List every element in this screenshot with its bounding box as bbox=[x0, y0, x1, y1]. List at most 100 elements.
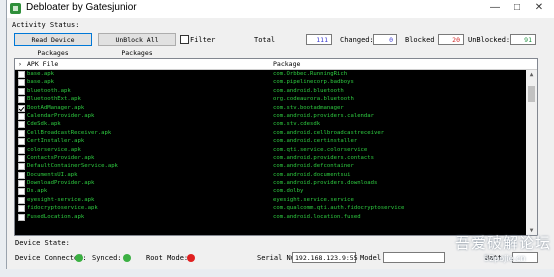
changed-count: 0 bbox=[373, 34, 397, 45]
list-item[interactable]: DownloadProvider.apk com.android.provider… bbox=[15, 179, 525, 188]
scroll-up-icon[interactable]: ▲ bbox=[526, 70, 537, 79]
package-cell: com.qualcomm.qti.auth.fidocryptoservice bbox=[273, 205, 405, 212]
scroll-thumb[interactable] bbox=[528, 86, 535, 102]
package-cell: com.pipelinecorp.badboys bbox=[273, 79, 354, 86]
row-checkbox[interactable] bbox=[18, 79, 25, 87]
row-checkbox[interactable] bbox=[18, 96, 25, 104]
list-item[interactable]: CertInstaller.apk com.android.certinstall… bbox=[15, 137, 525, 146]
list-item[interactable]: CdeSdk.apk com.stv.cdesdk bbox=[15, 120, 525, 129]
apk-file-cell: base.apk bbox=[27, 79, 54, 86]
package-cell: com.dolby bbox=[273, 188, 304, 195]
row-checkbox[interactable] bbox=[18, 138, 25, 146]
apk-file-cell: FusedLocation.apk bbox=[27, 213, 85, 220]
unblock-all-packages-button[interactable]: UnBlock All Packages bbox=[98, 33, 176, 57]
row-checkbox[interactable] bbox=[18, 196, 25, 204]
package-cell: eyesight.service.service bbox=[273, 196, 354, 203]
desktop-background-bottom bbox=[0, 269, 554, 277]
list-header: › APK File Package bbox=[15, 59, 537, 70]
synced-label: Synced: bbox=[92, 254, 122, 262]
close-icon[interactable]: ✕ bbox=[529, 0, 549, 16]
package-cell: com.android.certinstaller bbox=[273, 138, 358, 145]
root-mode-label: Root Mode: bbox=[146, 254, 189, 262]
activity-status-label: Activity Status: bbox=[12, 21, 80, 29]
list-item[interactable]: CalendarProvider.apk com.android.provider… bbox=[15, 112, 525, 120]
total-label: Total bbox=[254, 36, 276, 44]
list-item[interactable]: colorservice.apk com.qti.service.colorser… bbox=[15, 146, 525, 154]
package-cell: com.Orbbec.RunningRich bbox=[273, 71, 348, 77]
list-item[interactable]: eyesight-service.apk eyesight.service.ser… bbox=[15, 196, 525, 204]
package-cell: com.android.bluetooth bbox=[273, 87, 344, 94]
apk-file-cell: ContactsProvider.apk bbox=[27, 154, 95, 161]
row-checkbox[interactable] bbox=[18, 121, 25, 129]
row-checkbox[interactable] bbox=[18, 129, 25, 137]
list-item[interactable]: ContactsProvider.apk com.android.provider… bbox=[15, 154, 525, 162]
apk-file-cell: CertInstaller.apk bbox=[27, 138, 85, 145]
list-item[interactable]: DefaultContainerService.apk com.android.d… bbox=[15, 162, 525, 171]
row-checkbox[interactable] bbox=[18, 163, 25, 171]
list-item[interactable]: base.apk com.Orbbec.RunningRich bbox=[15, 70, 525, 78]
row-checkbox[interactable] bbox=[18, 104, 25, 112]
list-item[interactable]: fidocryptoservice.apk com.qualcomm.qti.au… bbox=[15, 204, 525, 213]
sort-arrow-icon[interactable]: › bbox=[18, 60, 22, 68]
apk-file-cell: DownloadProvider.apk bbox=[27, 180, 95, 187]
package-cell: com.android.providers.contacts bbox=[273, 154, 375, 161]
row-checkbox[interactable] bbox=[18, 205, 25, 213]
watermark-url: 52pojie.cn bbox=[484, 254, 526, 263]
package-cell: org.codeaurora.bluetooth bbox=[273, 96, 354, 103]
apk-file-cell: CalendarProvider.apk bbox=[27, 112, 95, 119]
row-checkbox[interactable] bbox=[18, 180, 25, 188]
package-cell: com.stv.bootadmanager bbox=[273, 104, 344, 111]
package-cell: com.qti.service.colorservice bbox=[273, 146, 368, 153]
list-scrollbar[interactable]: ▲ ▼ bbox=[526, 70, 537, 235]
row-checkbox[interactable] bbox=[18, 87, 25, 95]
row-checkbox[interactable] bbox=[18, 171, 25, 179]
connected-indicator-icon bbox=[75, 254, 83, 262]
maximize-icon[interactable]: □ bbox=[507, 0, 527, 16]
list-item[interactable]: CellBroadcastReceiver.apk com.android.cel… bbox=[15, 129, 525, 137]
package-cell: com.android.providers.calendar bbox=[273, 112, 375, 119]
read-device-packages-button[interactable]: Read Device Packages bbox=[14, 33, 92, 57]
package-rows: base.apk com.Orbbec.RunningRich base.apk co… bbox=[15, 70, 525, 221]
list-item[interactable]: FusedLocation.apk com.android.location.fu… bbox=[15, 213, 525, 221]
row-checkbox[interactable] bbox=[18, 154, 25, 162]
package-cell: com.android.cellbroadcastreceiver bbox=[273, 129, 385, 136]
apk-file-cell: bluetooth.apk bbox=[27, 87, 71, 94]
apk-file-cell: fidocryptoservice.apk bbox=[27, 205, 98, 212]
window-title: Debloater by Gatesjunior bbox=[26, 2, 137, 13]
package-list: › APK File Package base.apk com.Orbbec.Ru… bbox=[14, 58, 538, 236]
row-checkbox[interactable] bbox=[18, 71, 25, 78]
total-count: 111 bbox=[306, 34, 332, 45]
changed-label: Changed: bbox=[340, 36, 374, 44]
app-window: Debloater by Gatesjunior — □ ✕ Activity … bbox=[6, 0, 554, 269]
row-checkbox[interactable] bbox=[18, 213, 25, 221]
minimize-icon[interactable]: — bbox=[485, 0, 505, 16]
title-bar: Debloater by Gatesjunior — □ ✕ bbox=[7, 0, 554, 18]
column-apk-file[interactable]: APK File bbox=[27, 60, 58, 68]
column-package[interactable]: Package bbox=[273, 60, 300, 68]
list-item[interactable]: base.apk com.pipelinecorp.badboys bbox=[15, 78, 525, 87]
serial-number-field: 192.168.123.9:55 bbox=[292, 252, 358, 263]
app-icon bbox=[10, 3, 21, 14]
apk-file-cell: CdeSdk.apk bbox=[27, 121, 61, 128]
apk-file-cell: DocumentsUI.apk bbox=[27, 171, 78, 178]
package-cell: com.stv.cdesdk bbox=[273, 121, 321, 128]
list-item[interactable]: DocumentsUI.apk com.android.documentsui bbox=[15, 171, 525, 179]
apk-file-cell: eyesight-service.apk bbox=[27, 196, 95, 203]
model-label: Model bbox=[360, 254, 382, 262]
list-item[interactable]: bluetooth.apk com.android.bluetooth bbox=[15, 87, 525, 95]
row-checkbox[interactable] bbox=[18, 188, 25, 196]
list-item[interactable]: BluetoothExt.apk org.codeaurora.bluetooth bbox=[15, 95, 525, 104]
package-cell: com.android.location.fused bbox=[273, 213, 361, 220]
package-cell: com.android.defcontainer bbox=[273, 163, 354, 170]
filter-checkbox[interactable] bbox=[180, 35, 189, 44]
list-item[interactable]: BootAdManager.apk com.stv.bootadmanager bbox=[15, 104, 525, 112]
row-checkbox[interactable] bbox=[18, 146, 25, 154]
apk-file-cell: base.apk bbox=[27, 71, 54, 77]
watermark-text: 吾爱破解论坛 bbox=[455, 234, 552, 252]
blocked-count: 20 bbox=[438, 34, 464, 45]
blocked-label: Blocked bbox=[405, 36, 435, 44]
apk-file-cell: colorservice.apk bbox=[27, 146, 81, 153]
list-item[interactable]: Ds.apk com.dolby bbox=[15, 187, 525, 196]
row-checkbox[interactable] bbox=[18, 112, 25, 120]
unblocked-count: 91 bbox=[510, 34, 536, 45]
